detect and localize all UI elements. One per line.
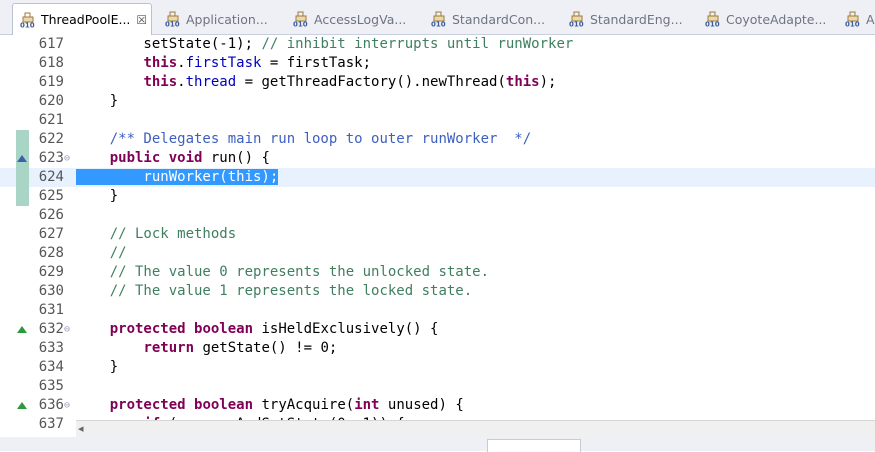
code-text[interactable]: this.thread = getThreadFactory().newThre… (76, 73, 556, 92)
code-line[interactable]: 629 // The value 0 represents the unlock… (0, 263, 875, 282)
code-line[interactable]: 623 ⊖ public void run() { (0, 149, 875, 168)
code-line[interactable]: 621 (0, 111, 875, 130)
svg-text:010: 010 (20, 21, 35, 28)
code-line[interactable]: 631 (0, 301, 875, 320)
line-number: 635 (38, 378, 64, 394)
code-line[interactable]: 619 this.thread = getThreadFactory().new… (0, 73, 875, 92)
code-line[interactable]: 620 } (0, 92, 875, 111)
editor-tab-bar: 010 ThreadPoolE... ☒ 010 Application... 010 Ac… (0, 0, 875, 35)
line-number: 631 (38, 302, 64, 318)
selected-code[interactable]: runWorker(this); (76, 169, 279, 185)
code-line[interactable]: 633 return getState() != 0; (0, 339, 875, 358)
override-marker-icon[interactable] (17, 402, 27, 409)
svg-text:010: 010 (165, 21, 180, 28)
fold-toggle-icon[interactable]: ⊖ (64, 396, 70, 415)
editor-tab[interactable]: 010 Application... (158, 4, 282, 34)
fold-toggle-icon[interactable]: ⊖ (64, 320, 70, 339)
quick-diff-marker (16, 130, 29, 206)
class-file-icon: 010 (165, 11, 180, 28)
code-line[interactable]: 634 } (0, 358, 875, 377)
class-file-icon: 010 (431, 11, 446, 28)
line-number: 627 (38, 226, 64, 242)
code-line[interactable]: 628 // (0, 244, 875, 263)
class-file-icon: 010 (20, 12, 35, 28)
code-line[interactable]: 626 (0, 206, 875, 225)
class-file-icon: 010 (845, 11, 860, 28)
code-text[interactable]: // The value 0 represents the unlocked s… (76, 263, 489, 282)
code-text[interactable]: public void run() { (76, 149, 270, 168)
code-line[interactable]: 618 this.firstTask = firstTask; (0, 54, 875, 73)
line-number: 620 (38, 93, 64, 109)
code-line[interactable]: 627 // Lock methods (0, 225, 875, 244)
editor-tab-label: StandardEng... (590, 11, 683, 27)
line-number: 621 (38, 112, 64, 128)
editor-tab-label: Abs (866, 11, 875, 27)
code-text[interactable]: } (76, 358, 118, 377)
code-text[interactable]: /** Delegates main run loop to outer run… (76, 130, 531, 149)
line-number: 633 (38, 340, 64, 356)
editor-tab-label: StandardCon... (452, 11, 546, 27)
code-line[interactable]: 636 ⊖ protected boolean tryAcquire(int un… (0, 396, 875, 415)
code-line[interactable]: 632 ⊖ protected boolean isHeldExclusively… (0, 320, 875, 339)
current-code-line[interactable]: 624 runWorker(this); (0, 168, 875, 187)
line-number: 630 (38, 283, 64, 299)
code-text[interactable]: } (76, 187, 118, 206)
code-line[interactable]: 622 /** Delegates main run loop to outer… (0, 130, 875, 149)
svg-text:010: 010 (845, 21, 860, 28)
editor-tab[interactable]: 010 CoyoteAdapte... (698, 4, 834, 34)
code-text[interactable]: setState(-1); // inhibit interrupts unti… (76, 35, 573, 54)
bottom-panel-strip (0, 437, 875, 452)
scroll-left-icon[interactable]: ◂ (78, 422, 84, 435)
code-text[interactable]: protected boolean isHeldExclusively() { (76, 320, 439, 339)
horizontal-scrollbar[interactable]: ◂ (76, 420, 875, 438)
line-number: 634 (38, 359, 64, 375)
bottom-panel-tab[interactable] (487, 439, 581, 452)
editor-tab[interactable]: 010 StandardCon... (424, 4, 558, 34)
editor-tab-label: CoyoteAdapte... (726, 11, 827, 27)
class-file-icon: 010 (293, 11, 308, 28)
fold-toggle-icon[interactable]: ⊖ (64, 149, 70, 168)
code-text[interactable]: this.firstTask = firstTask; (76, 54, 371, 73)
close-tab-icon[interactable]: ☒ (136, 13, 147, 27)
line-number: 617 (38, 36, 64, 52)
override-marker-icon[interactable] (17, 326, 27, 333)
code-editor[interactable]: 617 setState(-1); // inhibit interrupts … (0, 35, 875, 432)
line-number: 629 (38, 264, 64, 280)
line-number: 619 (38, 74, 64, 90)
editor-tab-label: ThreadPoolE... (41, 12, 131, 27)
editor-tab[interactable]: 010 AccessLogVa... (286, 4, 420, 34)
code-text[interactable]: // The value 1 represents the locked sta… (76, 282, 472, 301)
code-line[interactable]: 630 // The value 1 represents the locked… (0, 282, 875, 301)
code-text[interactable]: // Lock methods (76, 225, 236, 244)
code-text[interactable]: protected boolean tryAcquire(int unused)… (76, 396, 464, 415)
implements-marker-icon[interactable] (17, 155, 27, 162)
code-text[interactable]: return getState() != 0; (76, 339, 337, 358)
class-file-icon: 010 (569, 11, 584, 28)
line-number: 637 (38, 416, 64, 432)
code-text[interactable]: // (76, 244, 127, 263)
svg-text:010: 010 (705, 21, 720, 28)
line-number: 628 (38, 245, 64, 261)
editor-tab[interactable]: 010 Abs (838, 4, 875, 34)
line-number: 618 (38, 55, 64, 71)
code-line[interactable]: 625 } (0, 187, 875, 206)
editor-tab-label: Application... (186, 11, 268, 27)
svg-text:010: 010 (569, 21, 584, 28)
line-number: 626 (38, 207, 64, 223)
editor-tab[interactable]: 010 ThreadPoolE... ☒ (12, 3, 152, 35)
code-text[interactable]: } (76, 92, 118, 111)
code-line[interactable]: 635 (0, 377, 875, 396)
svg-text:010: 010 (431, 21, 446, 28)
editor-tab[interactable]: 010 StandardEng... (562, 4, 694, 34)
code-text[interactable]: runWorker(this); (76, 168, 279, 187)
class-file-icon: 010 (705, 11, 720, 28)
svg-text:010: 010 (293, 21, 308, 28)
code-line[interactable]: 617 setState(-1); // inhibit interrupts … (0, 35, 875, 54)
editor-tab-label: AccessLogVa... (314, 11, 407, 27)
